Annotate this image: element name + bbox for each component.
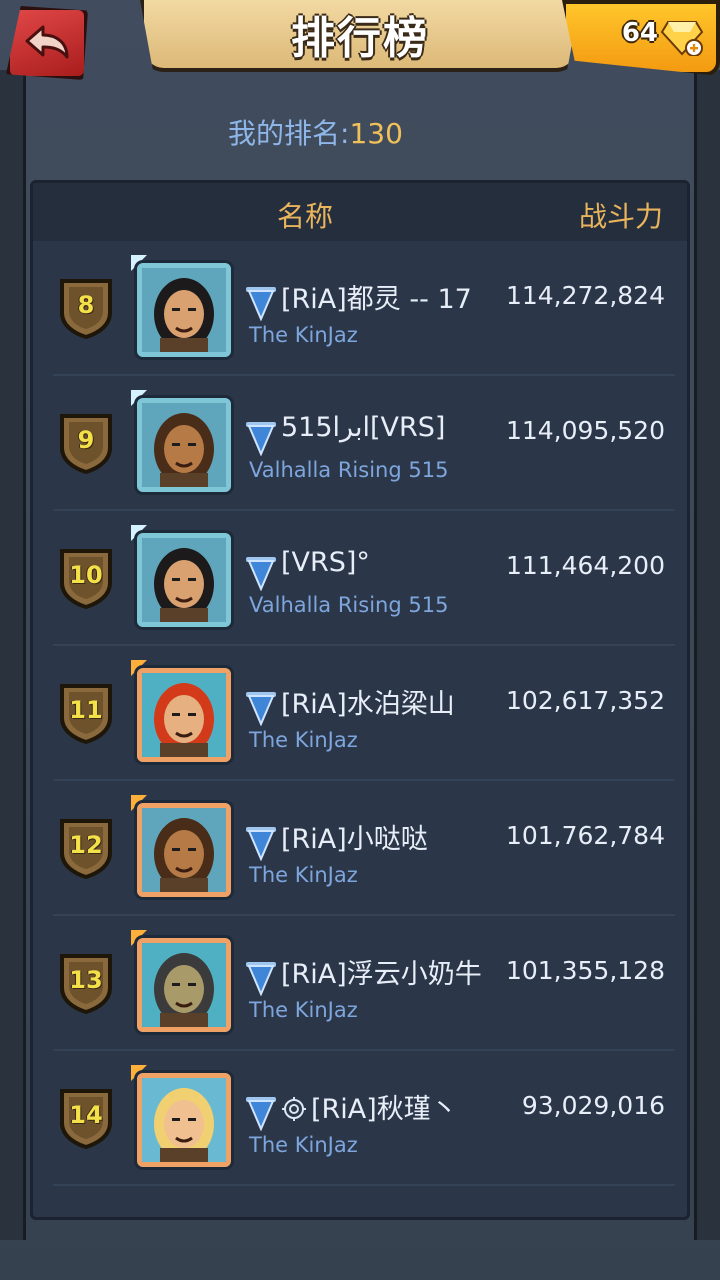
player-name-text: [RiA]浮云小奶牛 bbox=[281, 959, 482, 990]
guild-name: Valhalla Rising 515 bbox=[249, 458, 449, 482]
column-header-power: 战斗力 bbox=[578, 200, 663, 233]
combat-power: 101,762,784 bbox=[505, 821, 665, 850]
guild-name: The KinJaz bbox=[249, 1133, 358, 1157]
player-name-text: [RiA]都灵 -- 17 bbox=[281, 284, 472, 315]
rank-shield-icon: 13 bbox=[59, 952, 113, 1014]
guild-name: The KinJaz bbox=[249, 323, 358, 347]
rank-shield-icon: 11 bbox=[59, 682, 113, 744]
hero-long-hair-icon bbox=[142, 538, 226, 622]
avatar[interactable] bbox=[137, 1073, 231, 1167]
player-name: [RiA]小哒哒 bbox=[281, 817, 428, 856]
player-name: [RiA]秋瑾丶 bbox=[281, 1087, 458, 1126]
rank-number: 11 bbox=[69, 696, 103, 724]
guild-flag-icon bbox=[246, 692, 276, 726]
avatar[interactable] bbox=[137, 668, 231, 762]
hero-long-hair-icon bbox=[142, 268, 226, 352]
player-name-text: [RiA]水泊梁山 bbox=[281, 689, 455, 720]
my-rank: 我的排名:130 bbox=[228, 112, 403, 152]
guild-flag-icon bbox=[246, 1097, 276, 1131]
player-name: [RiA]都灵 -- 17 bbox=[281, 277, 472, 316]
left-rock-border bbox=[0, 70, 26, 1240]
rank-shield-icon: 12 bbox=[59, 817, 113, 879]
rank-shield-icon: 14 bbox=[59, 1087, 113, 1149]
combat-power: 93,029,016 bbox=[521, 1091, 665, 1120]
leaderboard-row-8[interactable]: 8 [RiA]都灵 -- 17 The KinJaz 114,272,824 bbox=[53, 241, 675, 376]
rank-number: 13 bbox=[69, 966, 103, 994]
leaderboard-row-14[interactable]: 14 [RiA]秋瑾丶 The KinJaz 93,029,016 bbox=[53, 1051, 675, 1186]
hero-bearded-icon bbox=[142, 403, 226, 487]
title-banner: 排行榜 bbox=[140, 0, 580, 72]
leaderboard-row-12[interactable]: 12 [RiA]小哒哒 The KinJaz 101,762,784 bbox=[53, 781, 675, 916]
combat-power: 114,095,520 bbox=[505, 416, 665, 445]
my-rank-label: 我的排名: bbox=[228, 117, 350, 150]
leaderboard-row-10[interactable]: 10 [VRS]° Valhalla Rising 515 111,464,20… bbox=[53, 511, 675, 646]
gem-plus-icon bbox=[660, 21, 704, 56]
player-name-text: [VRS]° bbox=[281, 547, 370, 578]
avatar[interactable] bbox=[137, 938, 231, 1032]
avatar[interactable] bbox=[137, 263, 231, 357]
hero-redhead-icon bbox=[142, 673, 226, 757]
guild-name: The KinJaz bbox=[249, 863, 358, 887]
combat-power: 102,617,352 bbox=[505, 686, 665, 715]
avatar[interactable] bbox=[137, 803, 231, 897]
gem-count: 64 bbox=[621, 18, 658, 48]
hero-blonde-icon bbox=[142, 1078, 226, 1162]
column-header-name: 名称 bbox=[277, 200, 334, 233]
guild-flag-icon bbox=[246, 557, 276, 591]
rank-number: 10 bbox=[69, 561, 103, 589]
leaderboard-row-13[interactable]: 13 [RiA]浮云小奶牛 The KinJaz 101,355,128 bbox=[53, 916, 675, 1051]
back-arrow-icon bbox=[25, 25, 69, 59]
player-name-text: 515ابرا[VRS] bbox=[281, 412, 446, 443]
leaderboard-list: 8 [RiA]都灵 -- 17 The KinJaz 114,272,824 9 bbox=[33, 241, 687, 1186]
player-name: [RiA]浮云小奶牛 bbox=[281, 952, 482, 991]
rank-number: 9 bbox=[77, 426, 95, 454]
player-name: [RiA]水泊梁山 bbox=[281, 682, 455, 721]
rank-shield-icon: 9 bbox=[59, 412, 113, 474]
player-name-text: [RiA]小哒哒 bbox=[281, 824, 428, 855]
rank-number: 12 bbox=[69, 831, 103, 859]
hero-bearded-icon bbox=[142, 808, 226, 892]
guild-flag-icon bbox=[246, 962, 276, 996]
combat-power: 101,355,128 bbox=[505, 956, 665, 985]
rank-number: 14 bbox=[69, 1101, 103, 1129]
guild-name: The KinJaz bbox=[249, 728, 358, 752]
guild-name: Valhalla Rising 515 bbox=[249, 593, 449, 617]
leaderboard-panel[interactable]: 名称 战斗力 8 [RiA]都灵 -- 17 The KinJaz 114,27… bbox=[30, 180, 690, 1220]
page-title: 排行榜 bbox=[291, 13, 429, 64]
gear-icon bbox=[282, 1097, 306, 1121]
guild-name: The KinJaz bbox=[249, 998, 358, 1022]
leaderboard-row-11[interactable]: 11 [RiA]水泊梁山 The KinJaz 102,617,352 bbox=[53, 646, 675, 781]
rank-number: 8 bbox=[77, 291, 95, 319]
rank-shield-icon: 8 bbox=[59, 277, 113, 339]
avatar[interactable] bbox=[137, 533, 231, 627]
player-name: 515ابرا[VRS] bbox=[281, 412, 445, 443]
leaderboard-header: 名称 战斗力 bbox=[33, 183, 687, 241]
my-rank-value: 130 bbox=[349, 117, 403, 150]
leaderboard-row-9[interactable]: 9 515ابرا[VRS] Valhalla Rising 515 114,0… bbox=[53, 376, 675, 511]
player-name: [VRS]° bbox=[281, 547, 370, 578]
guild-flag-icon bbox=[246, 287, 276, 321]
guild-flag-icon bbox=[246, 827, 276, 861]
player-name-text: [RiA]秋瑾丶 bbox=[311, 1094, 458, 1125]
right-rock-border bbox=[694, 70, 720, 1240]
combat-power: 111,464,200 bbox=[505, 551, 665, 580]
combat-power: 114,272,824 bbox=[505, 281, 665, 310]
guild-flag-icon bbox=[246, 422, 276, 456]
hero-beast-icon bbox=[142, 943, 226, 1027]
rank-shield-icon: 10 bbox=[59, 547, 113, 609]
avatar[interactable] bbox=[137, 398, 231, 492]
